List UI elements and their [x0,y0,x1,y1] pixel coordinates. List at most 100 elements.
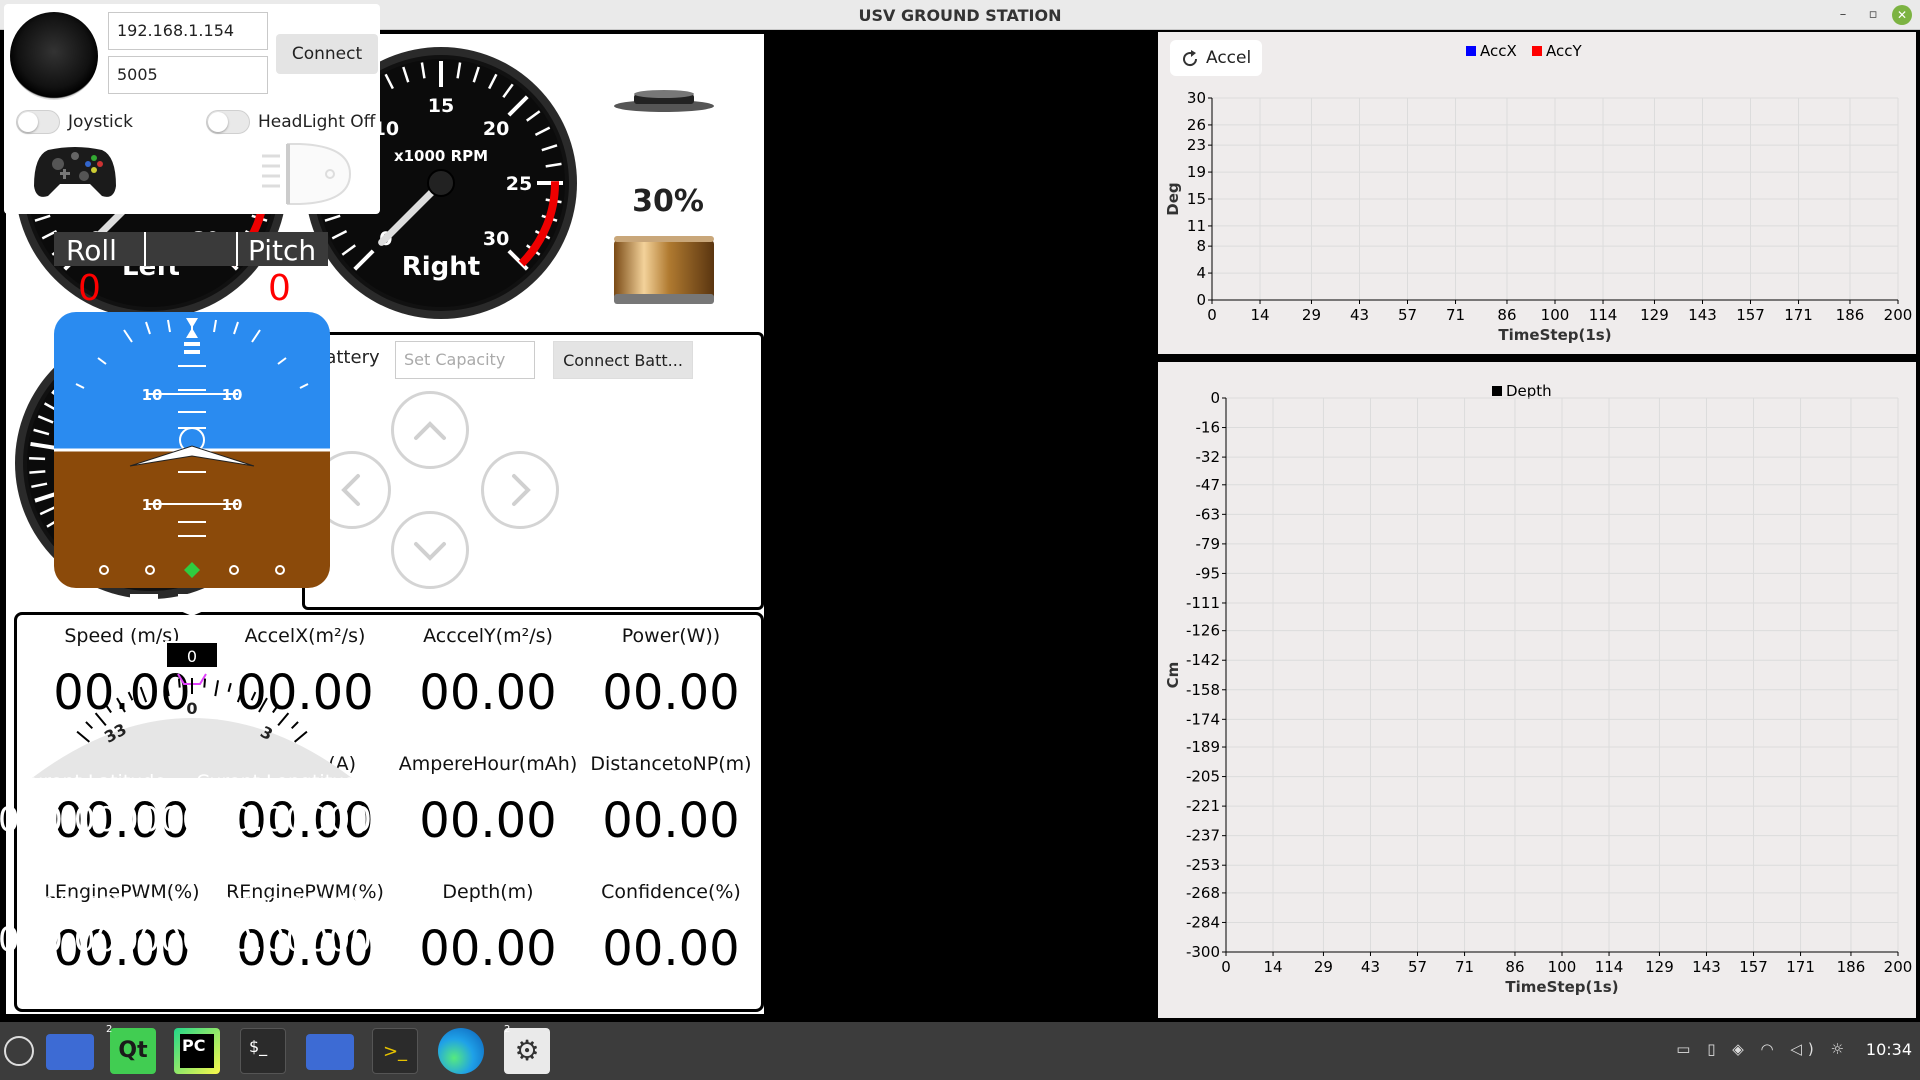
stat-cell: DistancetoNP(m) 00.00 [581,753,761,849]
chevron-right-icon [512,474,531,506]
stat-cell: AmpereHour(mAh) 00.00 [398,753,578,849]
headlight-toggle[interactable] [206,110,250,134]
y-tick-label: -237 [1186,827,1220,845]
right-button[interactable] [481,451,559,529]
connect-battery-button[interactable]: Connect Batt... [553,341,693,379]
x-tick-label: 143 [1688,306,1717,324]
x-tick-label: 29 [1314,958,1333,976]
heading-tick [272,704,279,714]
clock: 10:34 [1865,1040,1912,1059]
gauge-tick [29,470,46,474]
next-longitude-value: 000.000000 [188,920,394,960]
x-tick-label: 114 [1589,306,1618,324]
taskbar: Qt 2 PC $_ >_ ⚙ 2 ▭ ▯ ◈ ◠ ◁) ☼ 10:34 [0,1022,1920,1080]
x-tick-label: 200 [1884,958,1913,976]
port-input[interactable]: 5005 [108,56,268,94]
y-tick-label: -268 [1186,884,1220,902]
pitch-tick-label: 10 [222,496,243,514]
stat-value: 00.00 [419,921,557,977]
y-tick-label: -158 [1186,681,1220,699]
current-longitude-value: 000.000000 [188,800,394,840]
x-tick-label: 157 [1736,306,1765,324]
stat-label: AmpereHour(mAh) [398,753,578,775]
legend-swatch [1466,46,1476,56]
battery-icon [614,236,714,304]
current-latitude-value: 000.000000 [0,800,204,840]
files-icon[interactable] [46,1034,94,1070]
heading-tick [250,691,257,701]
maximize-button[interactable]: ▫ [1864,6,1882,24]
pitch-label: Pitch [248,234,317,267]
gauge-hub [427,169,455,197]
current-longitude-label: Curent Longtitude [196,771,368,793]
close-button[interactable]: ✕ [1892,5,1912,25]
x-tick-label: 14 [1263,958,1282,976]
terminal-icon[interactable]: $_ [240,1028,286,1074]
ssh-terminal-icon[interactable]: >_ [372,1028,418,1074]
battery-cap-icon [614,90,714,112]
roll-pitch-header: Roll Pitch [54,232,328,267]
stat-label: DistancetoNP(m) [590,753,752,775]
depth-chart: Depth 0 14 29 43 57 71 86 100 114 129 143 157 171 186 2… [1164,382,1913,996]
settings-badge: 2 [504,1024,511,1035]
roll-label: Roll [66,234,117,267]
x-tick-label: 157 [1739,958,1768,976]
gauge-tick-label: 25 [506,173,532,195]
down-button[interactable] [391,511,469,589]
y-tick-label: 26 [1187,116,1206,134]
capacity-input[interactable]: Set Capacity [395,341,535,379]
x-tick-label: 171 [1784,306,1813,324]
stat-label: Power(W)) [621,625,721,647]
joystick-label: Joystick [68,112,133,132]
settings-icon[interactable]: ⚙ [504,1028,550,1074]
x-axis-title: TimeStep(1s) [1498,326,1611,344]
y-tick-label: -47 [1196,476,1221,494]
legend-label: AccY [1546,42,1582,60]
folder-icon[interactable] [306,1034,354,1070]
y-tick-label: -221 [1186,797,1220,815]
y-tick-label: -189 [1186,738,1220,756]
gauge-tick-label: 15 [428,95,454,117]
current-latitude-label: Curent Latitude [17,771,167,793]
heading-tick [236,686,245,703]
x-tick-label: 71 [1446,306,1465,324]
chevron-up-icon [414,421,446,440]
gauge-tick [29,456,46,461]
y-axis-title: Cm [1164,662,1182,689]
y-tick-label: -16 [1196,419,1221,437]
mint-menu-icon[interactable] [4,1036,34,1066]
heading-tick [94,712,107,726]
heading-indicator: 0 33 0 3 [32,641,352,778]
joystick-toggle[interactable] [16,110,60,134]
y-tick-label: -205 [1186,768,1220,786]
minimize-button[interactable]: – [1834,6,1852,24]
joystick-knob[interactable] [10,12,98,100]
qt-badge: 2 [106,1024,113,1035]
heading-tick [277,712,290,726]
ip-address-input[interactable]: 192.168.1.154 [108,12,268,50]
y-tick-label: -63 [1196,505,1221,523]
heading-tick [152,682,157,693]
roll-value: 0 [78,268,101,309]
accel-chart: AccX AccY0 14 29 43 57 71 86 100 114 129 143 157 171 1… [1164,42,1913,344]
battery-level-text: 30% [632,184,704,219]
heading-value: 0 [187,647,197,666]
gauge-unit-label: x1000 RPM [394,147,488,165]
headlight-label: HeadLight Off [258,112,376,132]
x-tick-label: 86 [1497,306,1516,324]
connect-button[interactable]: Connect [276,34,378,74]
stat-label: Depth(m) [442,881,534,903]
stat-cell: Power(W)) 00.00 [581,625,761,721]
battery-control-box: Battery Set Capacity Connect Batt... [302,332,764,610]
gauge-tick-label: 30 [483,228,509,250]
heading-tick [290,721,299,730]
next-latitude-label: Next Latitude [27,890,157,912]
x-tick-label: 200 [1884,306,1913,324]
qt-creator-icon[interactable]: Qt [110,1028,156,1074]
chart-legend: AccX AccY [1466,42,1582,60]
up-button[interactable] [391,391,469,469]
edge-browser-icon[interactable] [438,1028,484,1074]
stat-label: AcccelY(m²/s) [423,625,553,647]
heading-tick [214,680,220,697]
pycharm-icon[interactable]: PC [174,1028,220,1074]
